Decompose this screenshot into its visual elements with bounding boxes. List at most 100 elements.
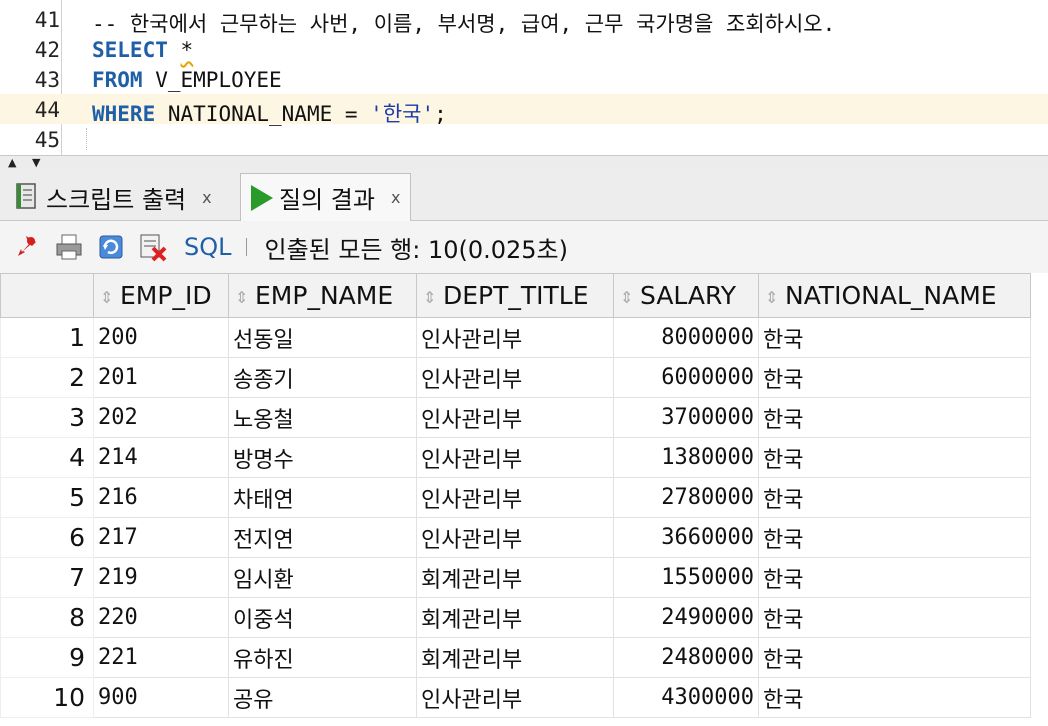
column-header-dept-title[interactable]: ⇕ DEPT_TITLE (416, 273, 614, 318)
print-icon[interactable] (54, 232, 84, 262)
column-header-national-name[interactable]: ⇕ NATIONAL_NAME (758, 273, 1031, 318)
sort-icon[interactable]: ⇕ (620, 288, 634, 307)
cell-emp-name[interactable]: 송종기 (228, 357, 417, 398)
cell-dept-title[interactable]: 회계관리부 (416, 597, 614, 638)
cell-national-name[interactable]: 한국 (758, 557, 1031, 598)
cell-salary[interactable]: 4300000 (613, 677, 759, 718)
cell-salary[interactable]: 1550000 (613, 557, 759, 598)
row-number[interactable]: 4 (0, 437, 94, 478)
table-row[interactable]: 6 217 전지연 인사관리부 3660000 한국 (0, 517, 1031, 558)
cell-emp-id[interactable]: 216 (93, 477, 229, 518)
cell-national-name[interactable]: 한국 (758, 677, 1031, 718)
row-number[interactable]: 9 (0, 637, 94, 678)
cell-national-name[interactable]: 한국 (758, 437, 1031, 478)
collapse-down-icon[interactable]: ▼ (32, 157, 40, 168)
cell-dept-title[interactable]: 인사관리부 (416, 317, 614, 358)
table-row[interactable]: 8 220 이중석 회계관리부 2490000 한국 (0, 597, 1031, 638)
editor-line-42[interactable]: 42 SELECT * (0, 34, 1048, 64)
sql-code: FROM V_EMPLOYEE (92, 68, 282, 92)
cell-dept-title[interactable]: 회계관리부 (416, 557, 614, 598)
cell-salary[interactable]: 2490000 (613, 597, 759, 638)
tab-query-result[interactable]: 질의 결과 x (240, 173, 412, 221)
cell-dept-title[interactable]: 인사관리부 (416, 437, 614, 478)
cell-emp-name[interactable]: 임시환 (228, 557, 417, 598)
row-number[interactable]: 8 (0, 597, 94, 638)
cell-emp-name[interactable]: 유하진 (228, 637, 417, 678)
sort-icon[interactable]: ⇕ (765, 288, 779, 307)
table-row[interactable]: 2 201 송종기 인사관리부 6000000 한국 (0, 357, 1031, 398)
cell-national-name[interactable]: 한국 (758, 597, 1031, 638)
cell-salary[interactable]: 2780000 (613, 477, 759, 518)
close-icon[interactable]: x (391, 188, 400, 207)
cell-salary[interactable]: 8000000 (613, 317, 759, 358)
cell-emp-name[interactable]: 방명수 (228, 437, 417, 478)
column-header-emp-name[interactable]: ⇕ EMP_NAME (228, 273, 417, 318)
cell-dept-title[interactable]: 인사관리부 (416, 397, 614, 438)
pin-icon[interactable] (12, 232, 42, 262)
table-row[interactable]: 3 202 노옹철 인사관리부 3700000 한국 (0, 397, 1031, 438)
cell-emp-name[interactable]: 전지연 (228, 517, 417, 558)
sort-icon[interactable]: ⇕ (235, 288, 249, 307)
cell-dept-title[interactable]: 인사관리부 (416, 357, 614, 398)
cell-emp-id[interactable]: 217 (93, 517, 229, 558)
row-number[interactable]: 7 (0, 557, 94, 598)
sql-button[interactable]: SQL (184, 233, 232, 261)
cell-national-name[interactable]: 한국 (758, 317, 1031, 358)
sort-icon[interactable]: ⇕ (423, 288, 437, 307)
row-number[interactable]: 1 (0, 317, 94, 358)
cell-salary[interactable]: 2480000 (613, 637, 759, 678)
cell-national-name[interactable]: 한국 (758, 517, 1031, 558)
cell-emp-name[interactable]: 노옹철 (228, 397, 417, 438)
editor-line-43[interactable]: 43 FROM V_EMPLOYEE (0, 64, 1048, 94)
row-number[interactable]: 5 (0, 477, 94, 518)
column-header-emp-id[interactable]: ⇕ EMP_ID (93, 273, 229, 318)
row-number[interactable]: 2 (0, 357, 94, 398)
cell-emp-id[interactable]: 200 (93, 317, 229, 358)
cell-salary[interactable]: 3660000 (613, 517, 759, 558)
editor-line-41[interactable]: 41 -- 한국에서 근무하는 사번, 이름, 부서명, 급여, 근무 국가명을… (0, 4, 1048, 36)
cell-emp-name[interactable]: 이중석 (228, 597, 417, 638)
cell-salary[interactable]: 6000000 (613, 357, 759, 398)
cell-dept-title[interactable]: 인사관리부 (416, 517, 614, 558)
cell-emp-id[interactable]: 202 (93, 397, 229, 438)
cell-emp-name[interactable]: 공유 (228, 677, 417, 718)
table-row[interactable]: 9 221 유하진 회계관리부 2480000 한국 (0, 637, 1031, 678)
refresh-icon[interactable] (96, 232, 126, 262)
cell-dept-title[interactable]: 인사관리부 (416, 677, 614, 718)
editor-line-44[interactable]: 44 WHERE NATIONAL_NAME = '한국'; (0, 94, 1048, 126)
cell-emp-id[interactable]: 219 (93, 557, 229, 598)
row-number[interactable]: 10 (0, 677, 94, 718)
cell-national-name[interactable]: 한국 (758, 477, 1031, 518)
cell-emp-id[interactable]: 220 (93, 597, 229, 638)
cell-national-name[interactable]: 한국 (758, 637, 1031, 678)
row-number[interactable]: 3 (0, 397, 94, 438)
cell-salary[interactable]: 3700000 (613, 397, 759, 438)
cell-emp-name[interactable]: 선동일 (228, 317, 417, 358)
cell-national-name[interactable]: 한국 (758, 397, 1031, 438)
cell-emp-id[interactable]: 214 (93, 437, 229, 478)
table-row[interactable]: 7 219 임시환 회계관리부 1550000 한국 (0, 557, 1031, 598)
cell-emp-id[interactable]: 201 (93, 357, 229, 398)
table-row[interactable]: 10 900 공유 인사관리부 4300000 한국 (0, 677, 1031, 718)
sql-editor[interactable]: 41 -- 한국에서 근무하는 사번, 이름, 부서명, 급여, 근무 국가명을… (0, 0, 1048, 155)
collapse-up-icon[interactable]: ▲ (8, 157, 16, 168)
close-icon[interactable]: x (202, 188, 211, 207)
cell-emp-name[interactable]: 차태연 (228, 477, 417, 518)
cell-emp-id[interactable]: 221 (93, 637, 229, 678)
table-row[interactable]: 4 214 방명수 인사관리부 1380000 한국 (0, 437, 1031, 478)
row-number[interactable]: 6 (0, 517, 94, 558)
cell-salary[interactable]: 1380000 (613, 437, 759, 478)
panel-splitter[interactable]: ▲ ▼ (0, 155, 1048, 169)
table-row[interactable]: 5 216 차태연 인사관리부 2780000 한국 (0, 477, 1031, 518)
editor-line-45[interactable]: 45 (0, 124, 1048, 154)
sort-icon[interactable]: ⇕ (100, 288, 114, 307)
cell-national-name[interactable]: 한국 (758, 357, 1031, 398)
cell-dept-title[interactable]: 인사관리부 (416, 477, 614, 518)
cell-dept-title[interactable]: 회계관리부 (416, 637, 614, 678)
table-row[interactable]: 1 200 선동일 인사관리부 8000000 한국 (0, 317, 1031, 358)
column-header-salary[interactable]: ⇕ SALARY (613, 273, 759, 318)
tab-script-output[interactable]: 스크립트 출력 x (4, 173, 222, 221)
cell-emp-id[interactable]: 900 (93, 677, 229, 718)
cancel-fetch-icon[interactable] (138, 232, 168, 262)
result-grid[interactable]: ⇕ EMP_ID ⇕ EMP_NAME ⇕ DEPT_TITLE ⇕ SALARY ⇕ N… (0, 273, 1048, 726)
